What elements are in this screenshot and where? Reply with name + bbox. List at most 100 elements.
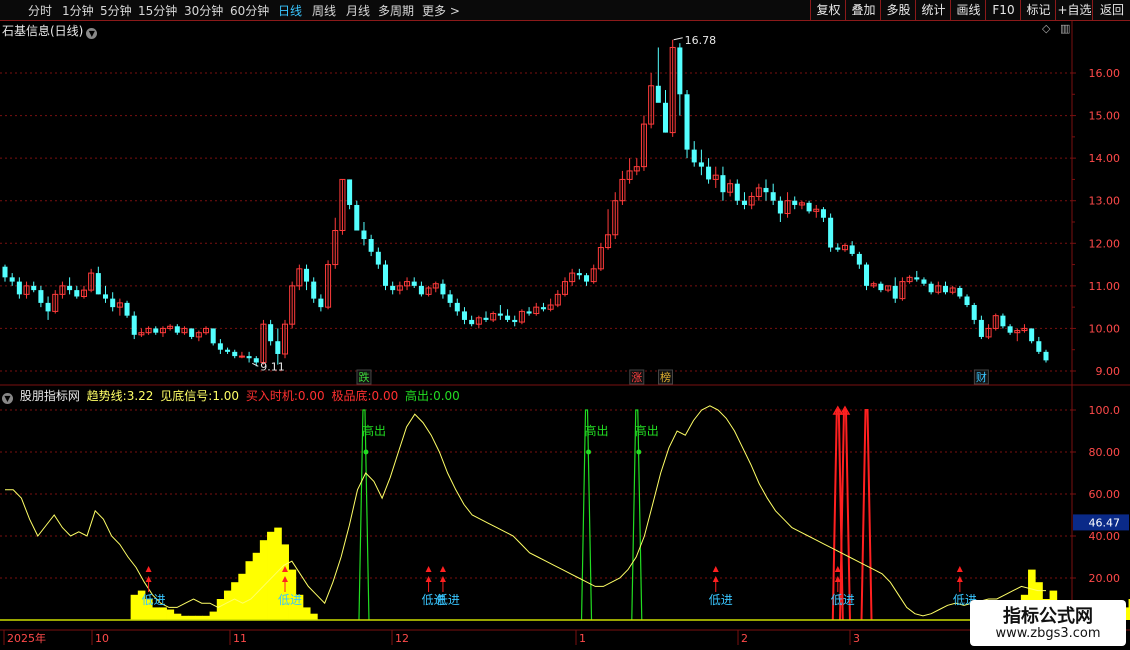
low-in-label: 低进 [831, 593, 855, 607]
chevron-down-icon[interactable]: ▼ [2, 393, 13, 404]
candle-body [971, 305, 977, 320]
candle-body [225, 349, 231, 352]
period-tab-2[interactable]: 5分钟 [100, 2, 132, 19]
high-out-label: 高出 [635, 423, 659, 438]
bottom-label: 见底信号: [160, 389, 213, 403]
x-axis-label: 1 [579, 632, 586, 645]
buy-label: 买入时机: [245, 389, 298, 403]
low-in-label: 低进 [278, 593, 302, 607]
candle-body [820, 209, 826, 218]
candle-body [232, 351, 238, 357]
candle-body [1007, 326, 1013, 333]
toolbar-button-7[interactable]: +自选 [1055, 0, 1093, 20]
current-value-label: 46.47 [1089, 516, 1121, 529]
toolbar-button-4[interactable]: 画线 [950, 0, 986, 20]
high-out-dot [636, 449, 642, 455]
candle-body [892, 285, 898, 299]
indicator-tick-label: 40.00 [1089, 530, 1121, 543]
indicator-tick-label: 80.00 [1089, 446, 1121, 459]
candle-body [835, 247, 841, 250]
candle-body [16, 281, 22, 295]
candle-body [304, 268, 310, 282]
candle-body [691, 149, 697, 163]
candle-body [1000, 315, 1006, 327]
candle-body [124, 302, 130, 316]
candle-body [856, 253, 862, 265]
high-out-value: 0.00 [433, 389, 460, 403]
chevron-down-icon[interactable]: ▼ [86, 28, 98, 39]
candle-body [734, 183, 740, 201]
event-marker-0: 跌 [358, 370, 369, 384]
indicator-bar [166, 609, 175, 620]
candle-body [189, 328, 195, 337]
candle-body [318, 298, 324, 308]
bottom-value: 1.00 [212, 389, 240, 403]
trend-label: 趋势线: [86, 389, 127, 403]
toolbar-button-2[interactable]: 多股 [880, 0, 916, 20]
toolbar-button-3[interactable]: 统计 [915, 0, 951, 20]
indicator-bar [302, 607, 311, 620]
period-tab-4[interactable]: 30分钟 [184, 2, 223, 19]
panel-toggle-icon[interactable]: ▥ [1060, 22, 1070, 35]
extreme-value: 0.00 [371, 389, 399, 403]
indicator-bar [130, 594, 139, 620]
candle-body [576, 273, 582, 276]
candle-body [2, 266, 8, 278]
indicator-bar [152, 607, 160, 620]
x-axis-label: 3 [853, 632, 860, 645]
candle-body [368, 239, 374, 252]
period-tab-9[interactable]: 多周期 [378, 2, 414, 19]
indicator-bar [245, 561, 254, 620]
diamond-icon[interactable]: ◇ [1042, 22, 1050, 35]
indicator-bar [238, 573, 246, 620]
candle-body [849, 245, 855, 254]
candle-body [411, 281, 417, 286]
candle-body [512, 319, 518, 323]
candle-body [942, 285, 949, 293]
indicator-name: 股朋指标网 [19, 389, 80, 403]
candle-body [964, 296, 970, 306]
period-tab-1[interactable]: 1分钟 [62, 2, 94, 19]
indicator-bar [252, 552, 261, 620]
period-tab-8[interactable]: 月线 [346, 2, 370, 19]
low-in-label: 低进 [142, 593, 166, 607]
indicator-bar [259, 540, 268, 620]
candle-body [440, 283, 446, 295]
candle-body [210, 328, 216, 344]
stock-name: 石基信息(日线) [2, 24, 84, 38]
period-tab-10[interactable]: 更多 > [422, 2, 460, 19]
indicator-tick-label: 60.00 [1089, 488, 1121, 501]
period-tab-0[interactable]: 分时 [28, 2, 52, 19]
toolbar-button-6[interactable]: 标记 [1020, 0, 1056, 20]
high-out-label: 高出: [405, 389, 434, 403]
x-axis-label: 11 [233, 632, 247, 645]
toolbar-button-0[interactable]: 复权 [810, 0, 846, 20]
candle-body [505, 315, 511, 320]
period-tab-3[interactable]: 15分钟 [138, 2, 177, 19]
candle-body [45, 302, 51, 312]
candle-body [447, 294, 453, 303]
period-tab-5[interactable]: 60分钟 [230, 2, 269, 19]
event-marker-2: 榜 [660, 370, 671, 384]
candle-body [131, 315, 137, 335]
candle-body [268, 324, 274, 342]
toolbar-button-8[interactable]: 返回 [1092, 0, 1130, 20]
price-tick-label: 13.00 [1089, 195, 1121, 208]
candle-body [878, 283, 884, 291]
price-tick-label: 15.00 [1089, 110, 1121, 123]
price-tick-label: 9.00 [1096, 365, 1121, 378]
stock-chart[interactable]: 16.0015.0014.0013.0012.0011.0010.009.001… [0, 0, 1130, 650]
candle-body [31, 285, 37, 291]
period-tab-7[interactable]: 周线 [312, 2, 336, 19]
candle-body [806, 202, 812, 212]
toolbar-button-5[interactable]: F10 [985, 0, 1021, 20]
high-price-label: 16.78 [685, 34, 717, 47]
toolbar-button-1[interactable]: 叠加 [845, 0, 881, 20]
candle-body [526, 311, 532, 314]
high-out-label: 高出 [585, 423, 609, 438]
candle-body [153, 328, 159, 333]
indicator-tick-label: 20.00 [1089, 572, 1121, 585]
x-axis-label: 12 [395, 632, 409, 645]
period-tab-6[interactable]: 日线 [278, 2, 302, 19]
candle-body [864, 264, 870, 286]
